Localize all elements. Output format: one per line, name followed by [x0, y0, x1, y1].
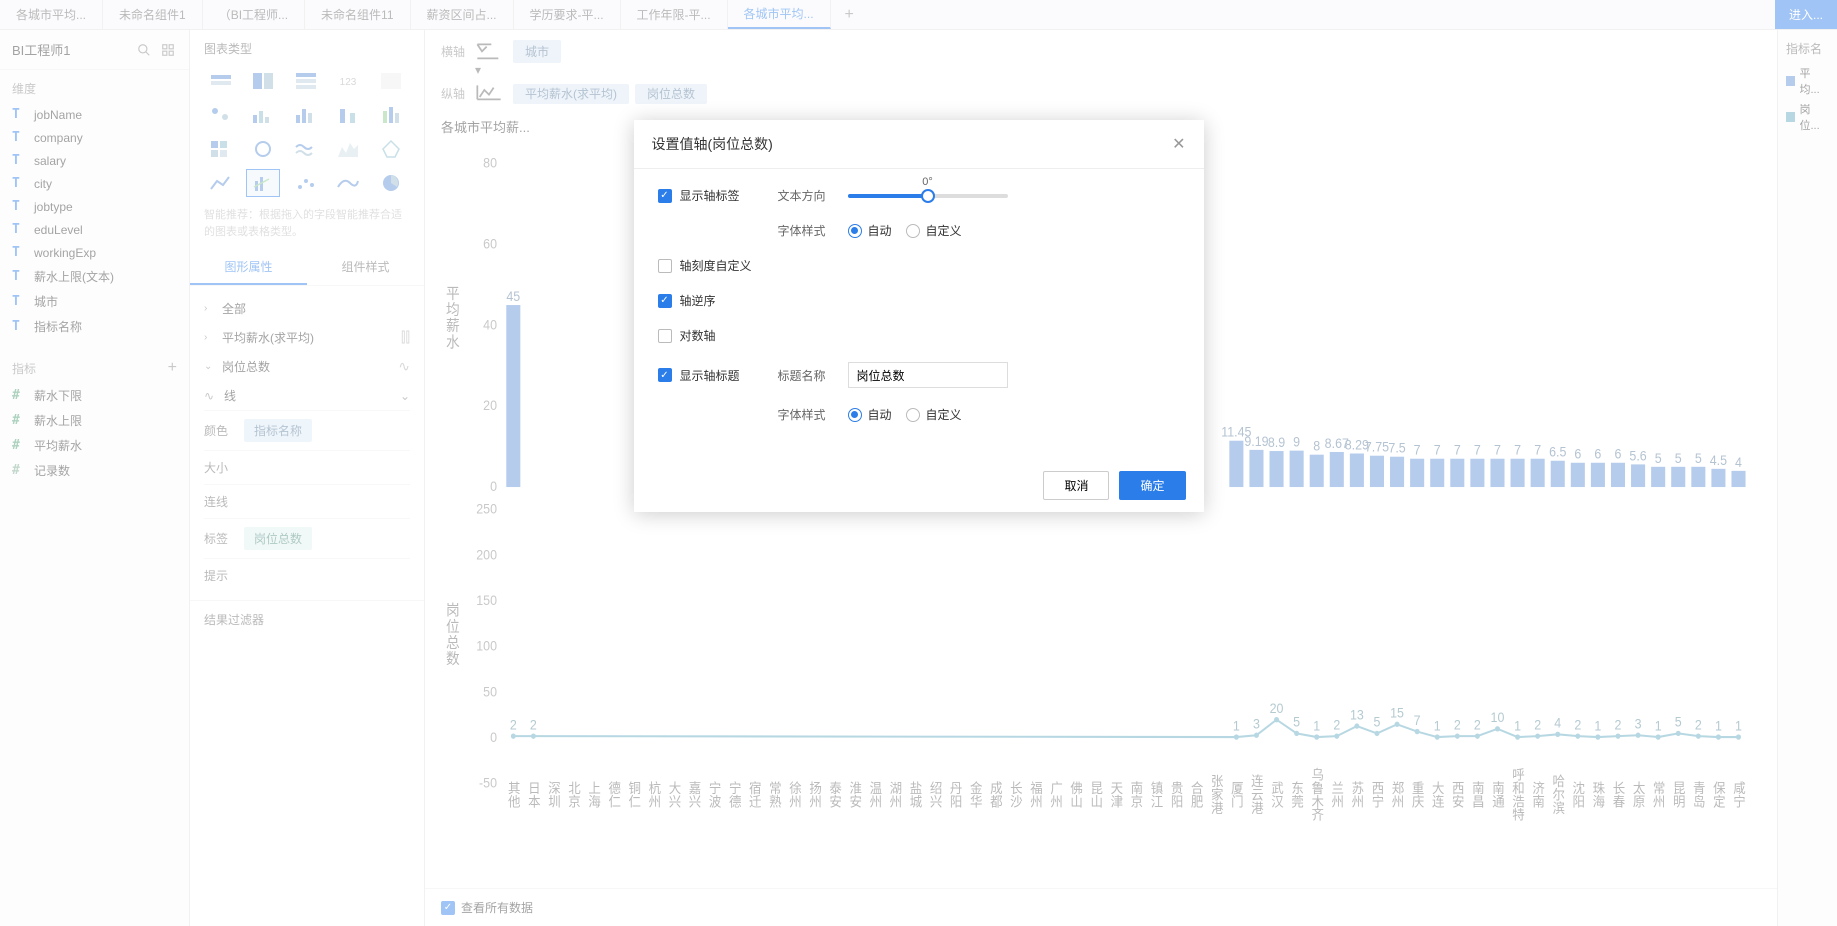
- show-axis-label-checkbox[interactable]: ✓: [658, 189, 672, 203]
- title-input[interactable]: [848, 362, 1008, 388]
- title-font-custom-radio[interactable]: 自定义: [906, 406, 962, 423]
- direction-slider[interactable]: 0°: [848, 194, 1008, 198]
- axis-settings-modal: 设置值轴(岗位总数) ✕ ✓ 显示轴标签 文本方向 0°: [634, 120, 1204, 512]
- cancel-button[interactable]: 取消: [1043, 471, 1109, 500]
- modal-overlay: 设置值轴(岗位总数) ✕ ✓ 显示轴标签 文本方向 0°: [0, 0, 1837, 926]
- modal-title: 设置值轴(岗位总数): [652, 134, 1173, 154]
- font-auto-radio[interactable]: 自动: [848, 222, 892, 239]
- show-title-checkbox[interactable]: ✓: [658, 368, 672, 382]
- custom-scale-checkbox[interactable]: [658, 259, 672, 273]
- confirm-button[interactable]: 确定: [1119, 471, 1185, 500]
- slider-thumb[interactable]: [921, 189, 935, 203]
- font-custom-radio[interactable]: 自定义: [906, 222, 962, 239]
- close-icon[interactable]: ✕: [1172, 134, 1185, 154]
- title-font-auto-radio[interactable]: 自动: [848, 406, 892, 423]
- reverse-axis-checkbox[interactable]: ✓: [658, 294, 672, 308]
- log-axis-checkbox[interactable]: [658, 329, 672, 343]
